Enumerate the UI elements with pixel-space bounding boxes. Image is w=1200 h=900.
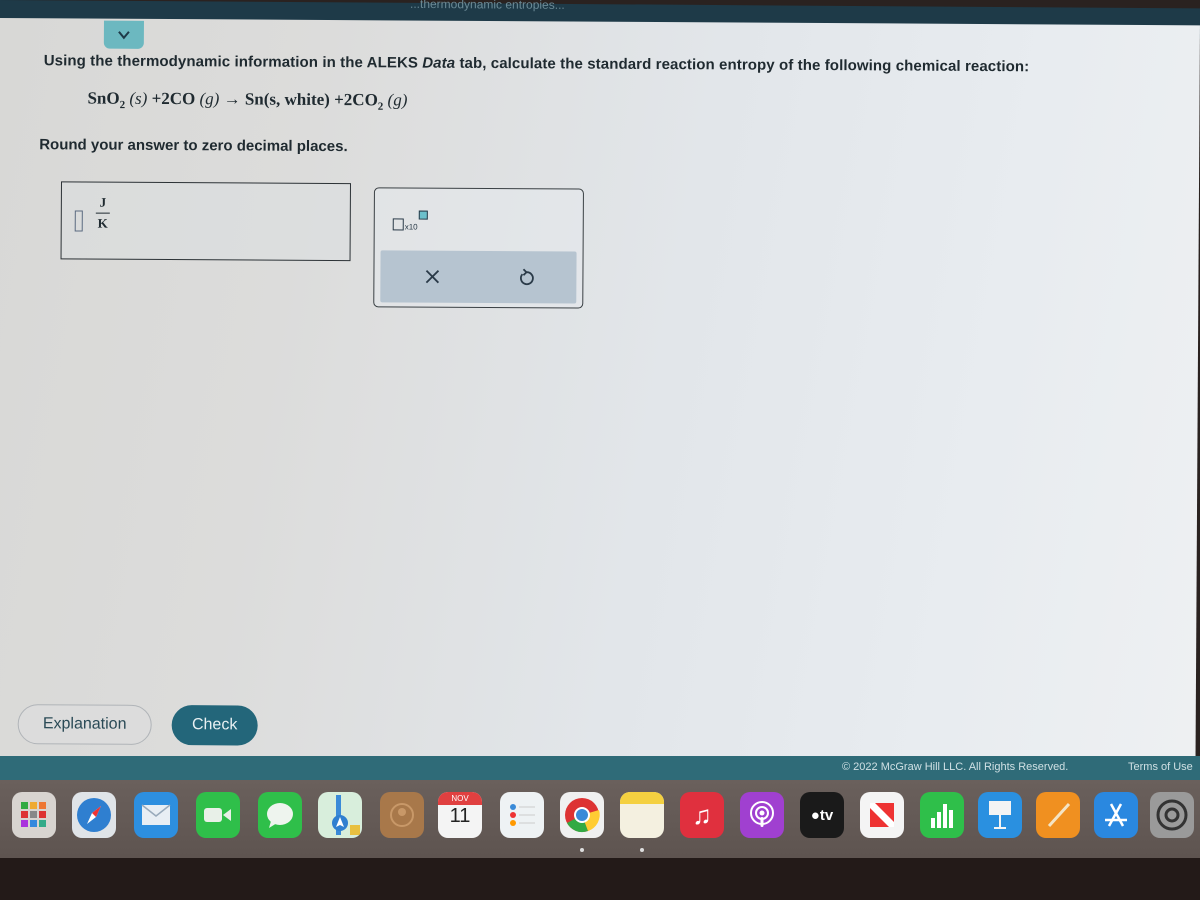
dock-apple-tv[interactable]: ●tv <box>800 792 844 838</box>
dock-safari[interactable] <box>72 792 116 838</box>
safari-compass-icon <box>77 798 111 832</box>
dock-keynote[interactable] <box>978 792 1022 838</box>
chat-bubble-icon <box>267 803 293 828</box>
mail-envelope-icon <box>141 804 171 825</box>
dock-facetime[interactable] <box>196 792 240 838</box>
dock-mail[interactable] <box>134 792 178 838</box>
exponent-box-icon <box>418 210 428 220</box>
aleks-page: Using the thermodynamic information in t… <box>0 18 1200 766</box>
undo-button[interactable] <box>514 265 538 289</box>
gear-icon <box>1156 799 1188 831</box>
macos-dock: NOV 11 ♫ ●tv <box>0 780 1200 858</box>
dock-chrome[interactable] <box>560 792 604 838</box>
unit-numerator: J <box>99 194 107 210</box>
unit-denominator: K <box>97 215 108 231</box>
dock-app-store[interactable] <box>1094 792 1138 838</box>
answer-input[interactable] <box>74 210 83 232</box>
dock-numbers[interactable] <box>920 792 964 838</box>
apple-tv-icon: ●tv <box>810 806 834 824</box>
notes-icon <box>620 792 664 804</box>
calendar-month: NOV <box>438 792 482 805</box>
fraction-bar <box>95 212 110 214</box>
music-note-icon: ♫ <box>692 799 712 830</box>
dock-launchpad[interactable] <box>12 792 56 838</box>
close-icon <box>425 269 440 284</box>
calendar-day: 11 <box>449 805 471 827</box>
copyright-text: © 2022 McGraw Hill LLC. All Rights Reser… <box>842 761 1069 773</box>
video-camera-icon <box>204 808 231 822</box>
dock-reminders[interactable] <box>500 792 544 838</box>
news-icon <box>870 803 894 827</box>
explanation-button[interactable]: Explanation <box>17 704 152 745</box>
mantissa-box-icon <box>392 218 404 231</box>
header-title: ...thermodynamic entropies... <box>410 0 565 12</box>
launchpad-icon <box>21 802 46 827</box>
app-store-icon <box>1105 803 1127 827</box>
chrome-icon <box>565 798 600 833</box>
chemical-equation: SnO2 (s) +2CO (g) → Sn(s, white) +2CO2 (… <box>87 88 408 113</box>
dock-system-preferences[interactable] <box>1150 792 1194 838</box>
dock-podcasts[interactable] <box>740 792 784 838</box>
laptop-bezel <box>0 858 1200 900</box>
dock-news[interactable] <box>860 792 904 838</box>
keynote-podium-icon <box>989 801 1011 829</box>
dock-calendar[interactable]: NOV 11 <box>438 792 482 838</box>
collapse-toggle-button[interactable] <box>103 20 144 49</box>
math-keypad: x10 <box>373 187 584 309</box>
dock-maps[interactable] <box>318 792 362 838</box>
pen-icon <box>1047 802 1071 828</box>
dock-pages[interactable] <box>1036 792 1080 838</box>
answer-area: J K <box>60 181 351 262</box>
podcasts-icon <box>750 801 774 827</box>
dock-messages[interactable] <box>258 792 302 838</box>
reminders-list-icon <box>510 804 535 826</box>
check-button[interactable]: Check <box>171 705 258 746</box>
dock-contacts[interactable] <box>380 792 424 838</box>
notes-running-indicator <box>640 848 644 852</box>
question-text: Using the thermodynamic information in t… <box>43 52 1030 76</box>
clear-button[interactable] <box>420 265 444 289</box>
scientific-notation-button[interactable]: x10 <box>392 210 433 236</box>
unit-fraction: J K <box>95 194 110 232</box>
maps-icon <box>332 795 360 835</box>
data-tab-reference: Data <box>422 54 456 72</box>
undo-icon <box>520 268 534 286</box>
chevron-down-icon <box>118 31 130 40</box>
footer-bar: © 2022 McGraw Hill LLC. All Rights Reser… <box>0 756 1200 780</box>
dock-music[interactable]: ♫ <box>680 792 724 838</box>
chrome-running-indicator <box>580 848 584 852</box>
keypad-action-bar <box>380 250 577 304</box>
terms-link[interactable]: Terms of Use <box>1128 761 1193 773</box>
bar-chart-icon <box>931 804 953 828</box>
contacts-icon <box>390 803 414 827</box>
dock-notes[interactable] <box>620 792 664 838</box>
rounding-instruction: Round your answer to zero decimal places… <box>39 136 348 156</box>
